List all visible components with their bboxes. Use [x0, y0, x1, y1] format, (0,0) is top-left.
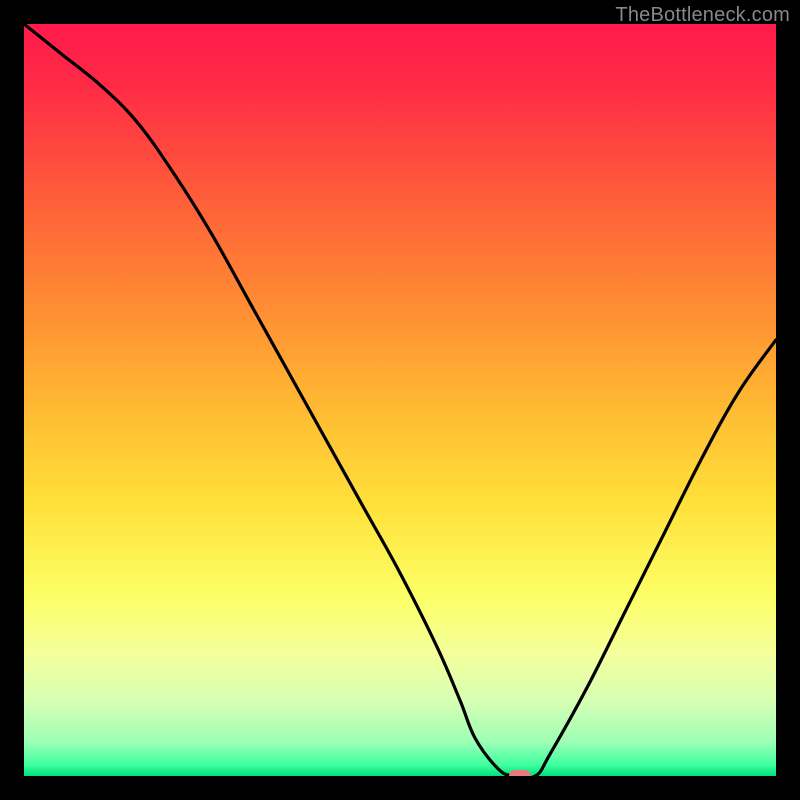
- optimal-point-marker: [509, 770, 531, 776]
- chart-svg: [24, 24, 776, 776]
- watermark-text: TheBottleneck.com: [615, 4, 790, 27]
- gradient-background: [24, 24, 776, 776]
- chart-frame: TheBottleneck.com: [0, 0, 800, 800]
- plot-area: [24, 24, 776, 776]
